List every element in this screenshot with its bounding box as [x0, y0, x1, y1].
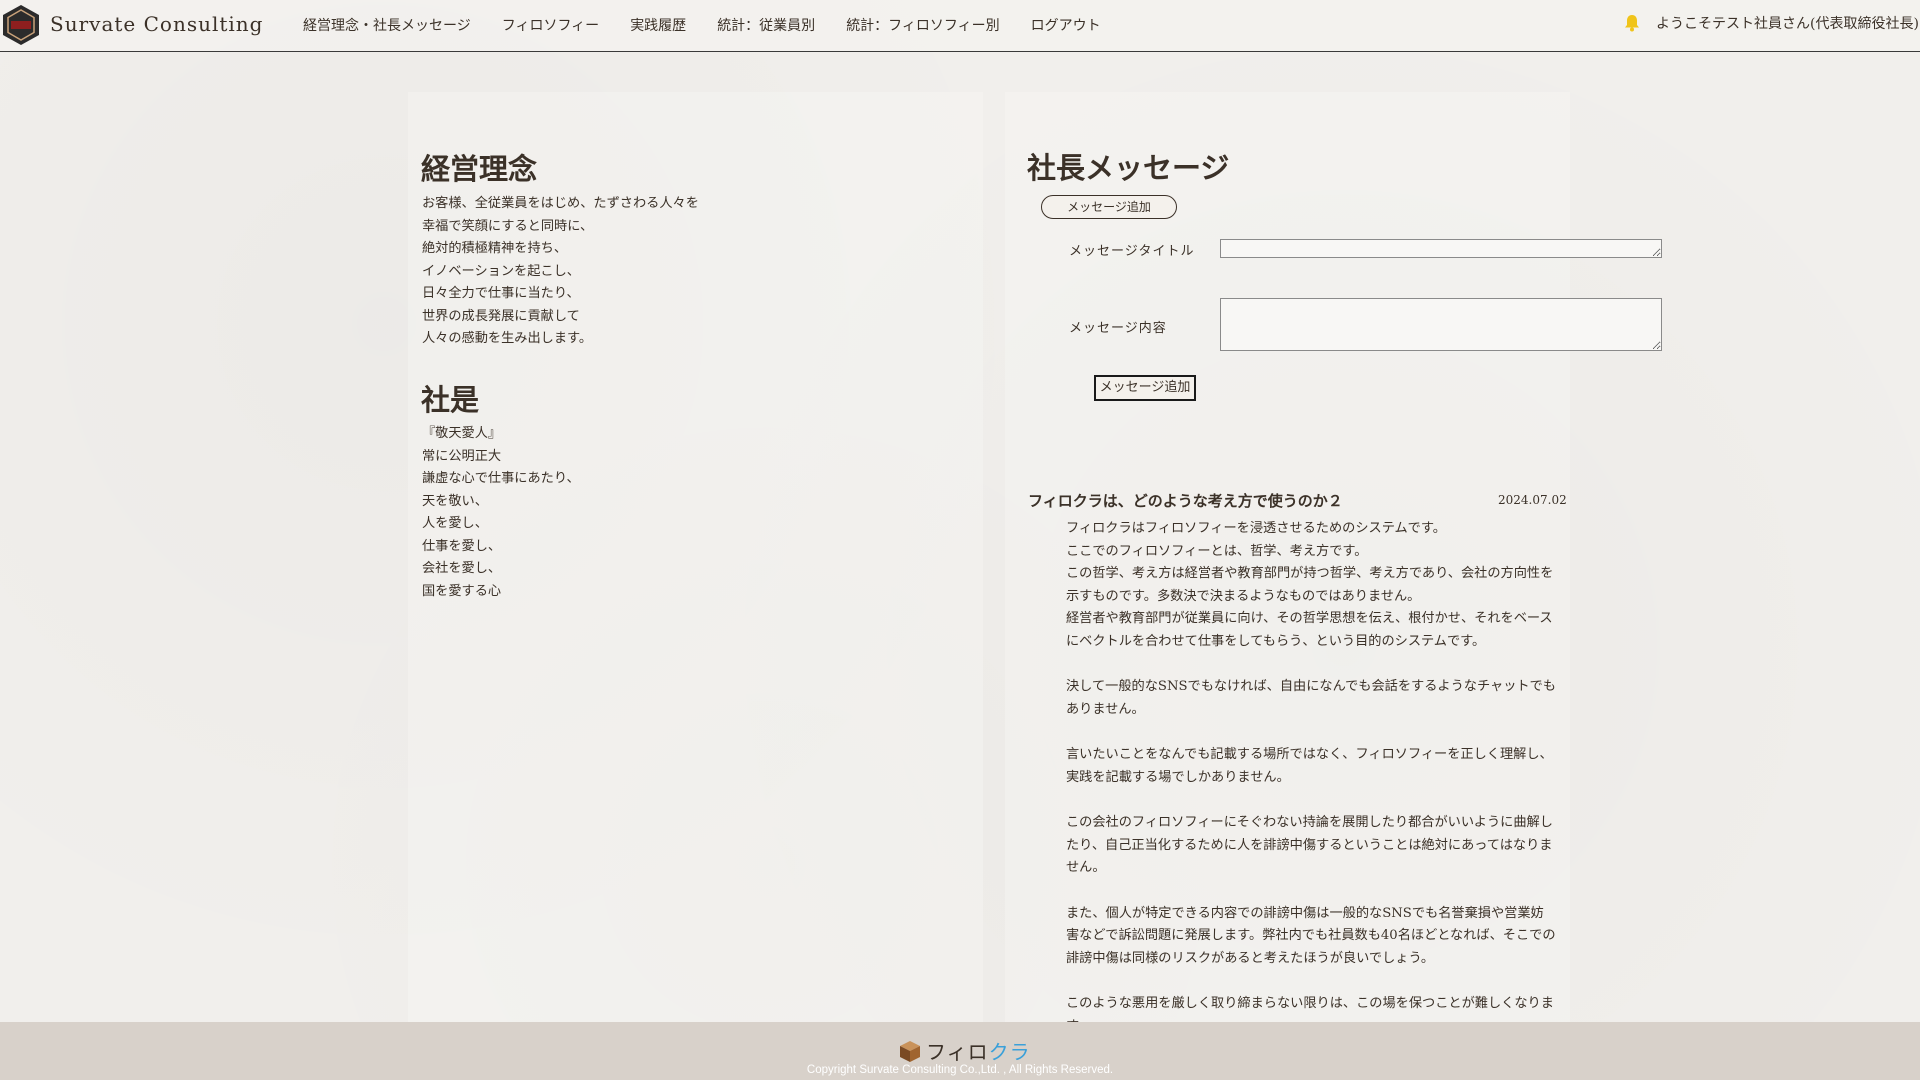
app-logo-text: フィロクラ — [926, 1036, 1031, 1065]
app-logo-accent: クラ — [988, 1040, 1031, 1064]
message-content-field[interactable] — [1220, 298, 1662, 351]
app-logo[interactable]: フィロクラ — [898, 1036, 1031, 1065]
footer: フィロクラ Copyright Survate Consulting Co.,L… — [0, 1022, 1920, 1080]
submit-message-button[interactable]: メッセージ追加 — [1094, 375, 1196, 401]
message-title: 社長メッセージ — [1027, 151, 1230, 185]
philosophy-title: 経営理念 — [421, 152, 538, 186]
top-header: Survate Consulting 経営理念・社長メッセージ フィロソフィー … — [0, 0, 1920, 52]
message-title-label: メッセージタイトル — [1069, 244, 1195, 259]
post-body: フィロクラはフィロソフィーを浸透させるためのシステムです。 ここでのフィロソフィ… — [1066, 518, 1556, 1023]
hexagon-logo-icon[interactable] — [2, 4, 40, 46]
post-title: フィロクラは、どのような考え方で使うのか２ — [1028, 492, 1343, 510]
add-message-toggle-button[interactable]: メッセージ追加 — [1041, 195, 1177, 219]
motto-text: 『敬天愛人』 常に公明正大 謙虚な心で仕事にあたり、 天を敬い、 人を愛し、 仕… — [422, 426, 580, 599]
message-content-label: メッセージ内容 — [1069, 321, 1167, 336]
nav-logout[interactable]: ログアウト — [1031, 15, 1101, 35]
copyright-text: Copyright Survate Consulting Co.,Ltd. , … — [806, 1064, 1114, 1076]
welcome-text: ようこそテスト社員さん(代表取締役社長) — [1656, 16, 1919, 32]
post-paragraph: このような悪用を厳しく取り締まらない限りは、この場を保つことが難しくなります。 — [1066, 996, 1554, 1023]
main-nav: 経営理念・社長メッセージ フィロソフィー 実践履歴 統計：従業員別 統計：フィロ… — [303, 15, 1132, 35]
post-paragraph: この会社のフィロソフィーにそぐわない持論を展開したり都合がいいように曲解したり、… — [1066, 815, 1553, 875]
nav-stats-by-employee[interactable]: 統計：従業員別 — [717, 15, 815, 35]
post-paragraph: フィロクラはフィロソフィーを浸透させるためのシステムです。 ここでのフィロソフィ… — [1066, 521, 1554, 649]
bell-icon[interactable] — [1622, 13, 1642, 33]
post-date: 2024.07.02 — [1498, 493, 1567, 507]
philosophy-text: お客様、全従業員をはじめ、たずさわる人々を 幸福で笑顔にすると同時に、 絶対的積… — [422, 196, 699, 346]
nav-philosophy[interactable]: フィロソフィー — [502, 15, 599, 35]
message-title-field[interactable] — [1220, 239, 1662, 258]
post-paragraph: また、個人が特定できる内容での誹謗中傷は一般的なSNSでも名誉棄損や営業妨害など… — [1066, 905, 1556, 966]
brand-name[interactable]: Survate Consulting — [50, 12, 263, 36]
motto-title: 社是 — [421, 383, 480, 417]
box-icon — [900, 1040, 920, 1062]
post-paragraph: 決して一般的なSNSでもなければ、自由になんでも会話をするようなチャットでもあり… — [1066, 679, 1556, 717]
post-paragraph: 言いたいことをなんでも記載する場所ではなく、フィロソフィーを正しく理解し、実践を… — [1066, 747, 1553, 785]
app-logo-main: フィロ — [926, 1040, 989, 1064]
nav-stats-by-philosophy[interactable]: 統計：フィロソフィー別 — [846, 15, 999, 35]
nav-practice-history[interactable]: 実践履歴 — [630, 15, 686, 35]
message-form: メッセージタイトル メッセージ内容 — [1040, 226, 1670, 370]
user-area: ようこそテスト社員さん(代表取締役社長) — [1622, 13, 1919, 33]
nav-philosophy-message[interactable]: 経営理念・社長メッセージ — [303, 15, 471, 35]
